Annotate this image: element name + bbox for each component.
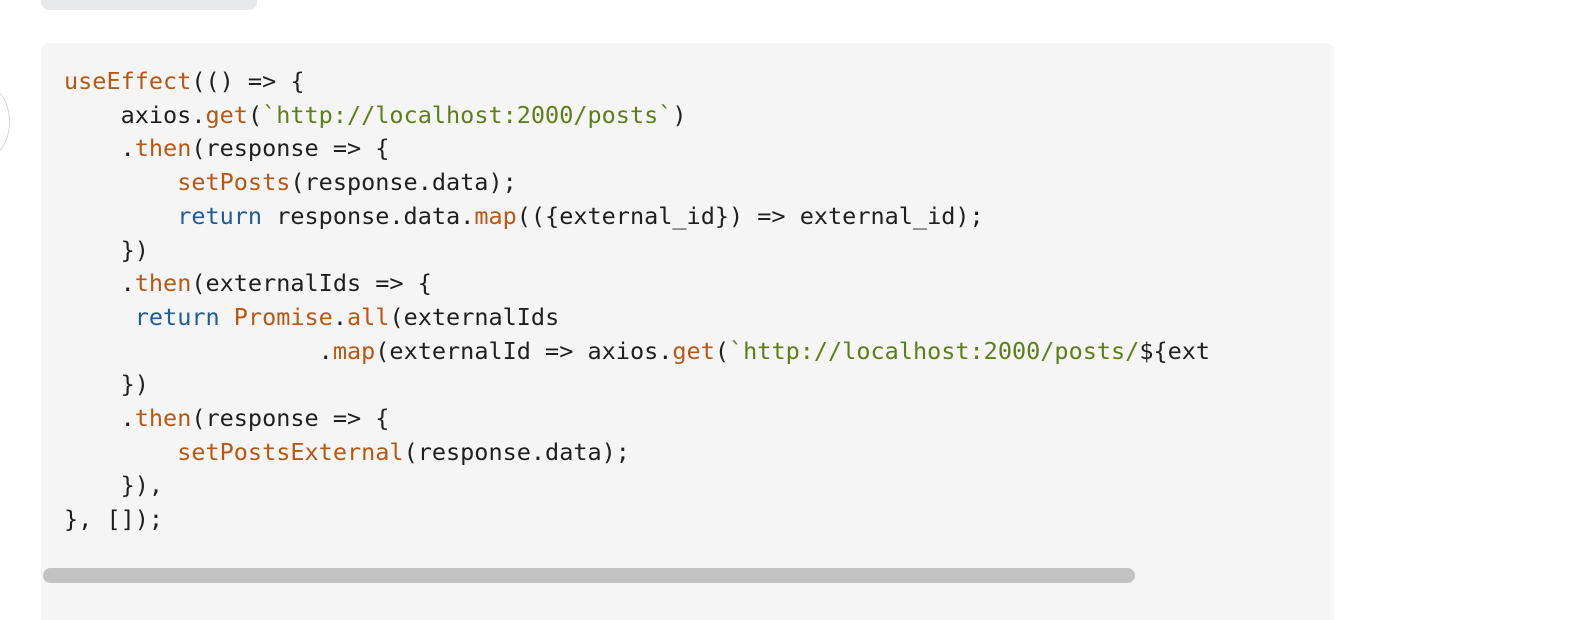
code-token: get <box>205 100 248 129</box>
code-token: Promise <box>233 302 333 331</box>
code-line: .map(externalId => axios.get(`http://loc… <box>64 337 1210 365</box>
code-token: then <box>134 134 192 163</box>
tab-label <box>224 0 234 8</box>
code-token: response.data. <box>262 201 475 230</box>
code-token: then <box>134 404 192 433</box>
code-token: `http://localhost:2000/posts` <box>262 100 673 129</box>
code-token: }) <box>64 370 149 399</box>
code-line: }), <box>64 471 163 499</box>
code-token: . <box>64 404 135 433</box>
code-token: (response => { <box>191 404 390 433</box>
code-token: }), <box>64 471 164 500</box>
code-token: ${ext <box>1139 336 1211 365</box>
code-token: . <box>64 269 135 298</box>
code-tab[interactable] <box>41 0 257 10</box>
code-line: .then(response => { <box>64 134 390 163</box>
horizontal-scrollbar[interactable] <box>43 568 1135 583</box>
code-token: return <box>134 302 220 331</box>
code-token: `http://localhost:2000/posts/ <box>729 336 1140 365</box>
code-line: setPostsExternal(response.data); <box>64 438 630 466</box>
code-token: axios. <box>64 100 206 129</box>
code-line: useEffect(() => { <box>64 67 305 95</box>
code-token: (response => { <box>191 134 390 163</box>
code-token: useEffect <box>64 67 192 95</box>
code-content: useEffect(() => { axios.get(`http://loca… <box>64 65 1210 537</box>
code-token: (response.data); <box>403 437 630 466</box>
side-control-button[interactable] <box>0 86 10 158</box>
code-line: }) <box>64 370 149 398</box>
code-token: }) <box>64 235 149 264</box>
code-token: . <box>64 134 135 163</box>
code-token: setPostsExternal <box>177 437 404 466</box>
code-token: (() => { <box>191 67 305 95</box>
code-token: }, []); <box>64 505 164 534</box>
code-line: axios.get(`http://localhost:2000/posts`) <box>64 101 687 129</box>
code-token: (externalId => axios. <box>375 336 673 365</box>
code-token: (externalIds <box>389 302 560 331</box>
code-token: all <box>347 302 390 331</box>
code-block: useEffect(() => { axios.get(`http://loca… <box>41 43 1334 620</box>
code-token: ( <box>247 100 263 129</box>
code-token: . <box>64 336 333 365</box>
code-line: .then(response => { <box>64 404 390 433</box>
code-token: setPosts <box>177 168 291 197</box>
code-token: then <box>134 269 192 298</box>
code-token: ( <box>714 336 730 365</box>
code-token: ) <box>672 100 687 129</box>
code-token: return <box>177 201 263 230</box>
code-token: map <box>474 201 517 230</box>
code-line: }) <box>64 236 149 264</box>
code-token: map <box>332 336 376 365</box>
code-line: }, []); <box>64 505 163 533</box>
code-token: (externalIds => { <box>191 269 432 298</box>
code-line: return Promise.all(externalIds <box>64 303 559 331</box>
code-token: (response.data); <box>290 168 517 197</box>
code-line: return response.data.map(({external_id})… <box>64 201 984 230</box>
code-line: .then(externalIds => { <box>64 269 432 297</box>
code-token: (({external_id}) => external_id); <box>516 201 984 230</box>
code-token: . <box>332 302 347 331</box>
code-token: get <box>672 336 715 365</box>
code-line: setPosts(response.data); <box>64 168 517 196</box>
